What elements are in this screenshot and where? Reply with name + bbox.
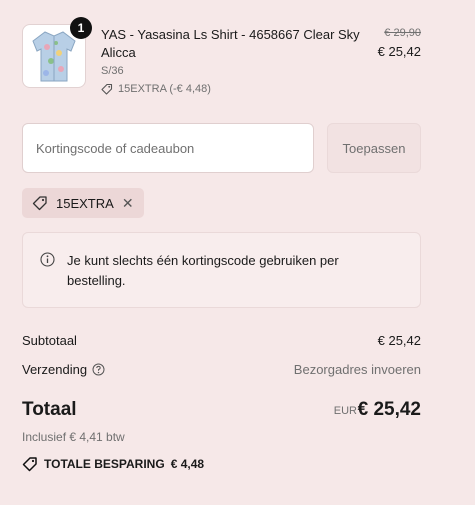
tax-note: Inclusief € 4,41 btw — [22, 430, 125, 444]
quantity-badge: 1 — [70, 17, 92, 39]
apply-button[interactable]: Toepassen — [327, 123, 421, 173]
price-current: € 25,42 — [377, 44, 421, 59]
close-icon[interactable]: ✕ — [122, 195, 134, 212]
applied-code-label: 15EXTRA — [56, 195, 114, 211]
shipping-label: Verzending — [22, 362, 88, 377]
product-discount-text: 15EXTRA (-€ 4,48) — [118, 83, 211, 95]
info-icon — [40, 252, 55, 272]
shirt-image — [32, 31, 76, 82]
notice-text: Je kunt slechts één kortingscode gebruik… — [67, 253, 339, 288]
shipping-row: Verzending — [22, 362, 105, 377]
price-original: € 29,90 — [384, 27, 421, 39]
subtotal-value: € 25,42 — [377, 333, 421, 348]
product-title: YAS - Yasasina Ls Shirt - 4658667 Clear … — [101, 27, 360, 60]
total-currency: EUR — [333, 405, 357, 417]
total-savings: TOTALE BESPARING € 4,48 — [22, 456, 204, 472]
tag-icon — [22, 457, 37, 472]
savings-label: TOTALE BESPARING — [44, 457, 165, 471]
applied-code-tag: 15EXTRA ✕ — [22, 188, 144, 218]
subtotal-label: Subtotaal — [22, 333, 77, 348]
help-icon[interactable] — [92, 363, 105, 376]
product-discount: 15EXTRA (-€ 4,48) — [101, 83, 211, 95]
savings-value: € 4,48 — [170, 457, 205, 471]
total-label: Totaal — [22, 399, 77, 420]
tag-icon — [32, 196, 47, 211]
total-value: € 25,42 — [357, 399, 421, 420]
discount-code-input[interactable] — [22, 123, 314, 173]
shipping-value: Bezorgadres invoeren — [293, 362, 421, 377]
product-variant: S/36 — [101, 65, 124, 77]
tag-icon — [101, 83, 113, 95]
